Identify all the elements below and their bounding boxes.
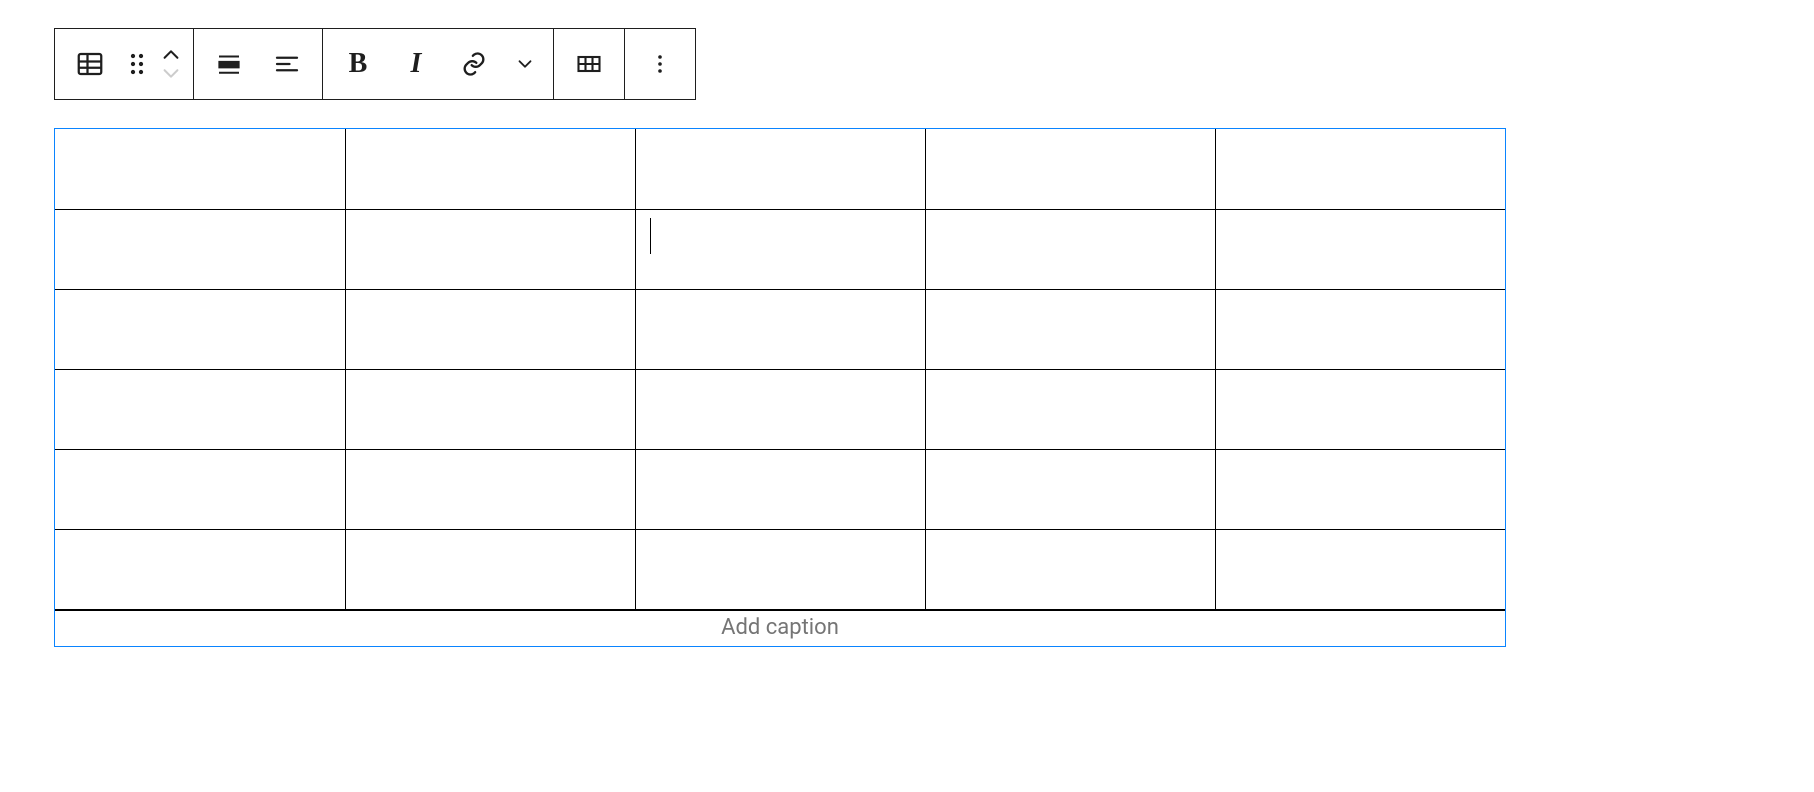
move-up-button[interactable] — [160, 48, 182, 62]
chevron-up-icon — [160, 48, 182, 62]
block-mover — [155, 35, 187, 93]
text-align-icon — [272, 49, 302, 79]
table-cell[interactable] — [55, 129, 345, 209]
table-row — [55, 209, 1505, 289]
text-caret — [650, 218, 651, 254]
table-row — [55, 449, 1505, 529]
italic-button[interactable]: I — [387, 35, 445, 93]
toolbar-group-more — [625, 29, 695, 99]
table-row — [55, 529, 1505, 609]
table-cell[interactable] — [345, 449, 635, 529]
table-cell[interactable] — [345, 129, 635, 209]
table-cell[interactable] — [55, 369, 345, 449]
italic-icon: I — [411, 48, 422, 80]
toolbar-group-align — [194, 29, 322, 99]
table-cell[interactable] — [925, 289, 1215, 369]
table-cell[interactable] — [345, 289, 635, 369]
link-icon — [460, 50, 488, 78]
table-cell[interactable] — [635, 529, 925, 609]
table-row — [55, 289, 1505, 369]
table-cell[interactable] — [635, 129, 925, 209]
table-cell[interactable] — [1215, 289, 1505, 369]
table-cell[interactable] — [635, 209, 925, 289]
bold-button[interactable]: B — [329, 35, 387, 93]
more-rich-text-button[interactable] — [503, 35, 547, 93]
table-edit-icon — [575, 50, 603, 78]
toolbar-group-block — [55, 29, 193, 99]
table-cell[interactable] — [925, 529, 1215, 609]
chevron-down-icon — [514, 53, 536, 75]
table-cell[interactable] — [635, 289, 925, 369]
table-cell[interactable] — [925, 449, 1215, 529]
block-align-button[interactable] — [200, 35, 258, 93]
table-icon — [75, 49, 105, 79]
table-cell[interactable] — [55, 529, 345, 609]
caption-input[interactable]: Add caption — [55, 610, 1505, 646]
table-cell[interactable] — [925, 129, 1215, 209]
block-type-button[interactable] — [61, 35, 119, 93]
table-cell[interactable] — [1215, 129, 1505, 209]
table-cell[interactable] — [635, 369, 925, 449]
bold-icon: B — [349, 48, 368, 80]
table-cell[interactable] — [925, 209, 1215, 289]
edit-table-button[interactable] — [560, 35, 618, 93]
table-cell[interactable] — [345, 529, 635, 609]
toolbar-group-format: B I — [323, 29, 553, 99]
more-options-button[interactable] — [631, 35, 689, 93]
table-cell[interactable] — [925, 369, 1215, 449]
table-cell[interactable] — [345, 369, 635, 449]
table-block: Add caption — [54, 128, 1506, 647]
table-cell[interactable] — [1215, 369, 1505, 449]
link-button[interactable] — [445, 35, 503, 93]
drag-icon — [128, 52, 146, 76]
move-down-button[interactable] — [160, 66, 182, 80]
more-vertical-icon — [648, 52, 672, 76]
text-align-button[interactable] — [258, 35, 316, 93]
table-row — [55, 369, 1505, 449]
table-cell[interactable] — [55, 449, 345, 529]
chevron-down-icon — [160, 66, 182, 80]
table-row — [55, 129, 1505, 209]
block-toolbar: B I — [54, 28, 696, 100]
drag-handle[interactable] — [119, 35, 155, 93]
editable-table[interactable] — [55, 129, 1505, 610]
table-cell[interactable] — [55, 289, 345, 369]
table-cell[interactable] — [345, 209, 635, 289]
table-cell[interactable] — [1215, 449, 1505, 529]
table-cell[interactable] — [1215, 209, 1505, 289]
table-cell[interactable] — [635, 449, 925, 529]
align-icon — [214, 49, 244, 79]
table-cell[interactable] — [55, 209, 345, 289]
table-cell[interactable] — [1215, 529, 1505, 609]
toolbar-group-table — [554, 29, 624, 99]
